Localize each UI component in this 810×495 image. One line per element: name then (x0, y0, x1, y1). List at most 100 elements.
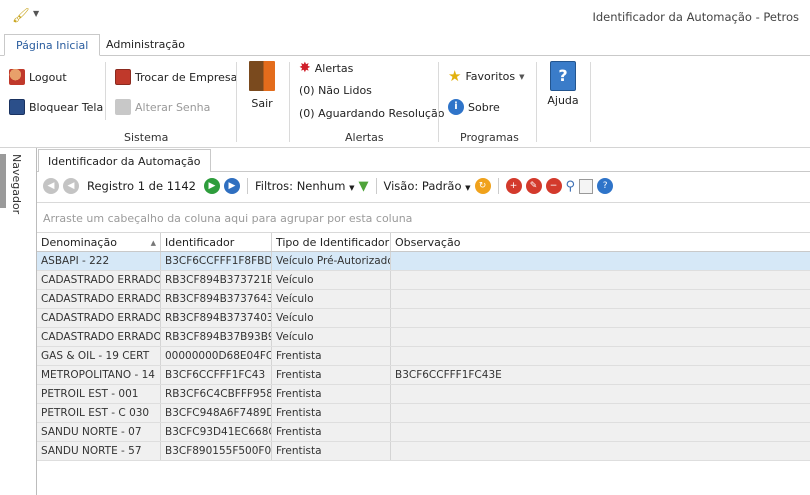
aguardando-resolucao-label: (0) Aguardando Resolução (299, 107, 445, 120)
table-cell (391, 328, 810, 346)
ajuda-button[interactable]: ? Ajuda (546, 61, 580, 107)
table-cell: CADASTRADO ERRADO (37, 290, 161, 308)
table-cell: CADASTRADO ERRADO (37, 328, 161, 346)
alterar-senha-button[interactable]: Alterar Senha (115, 99, 210, 115)
toolbar-divider (375, 178, 377, 194)
star-icon: ★ (448, 67, 462, 85)
column-header-identificador[interactable]: Identificador (161, 233, 272, 251)
table-row[interactable]: CADASTRADO ERRADO RB3CF894B37B93B9 Veículo (37, 328, 810, 347)
table-row[interactable]: CADASTRADO ERRADO RB3CF894B3737403 Veículo (37, 309, 810, 328)
table-row[interactable]: CADASTRADO ERRADO RB3CF894B3737643 Veículo (37, 290, 810, 309)
key-icon (115, 99, 131, 115)
chevron-down-icon: ▼ (349, 184, 355, 192)
table-cell: Veículo Pré-Autorizado (272, 252, 391, 270)
brush-icon[interactable]: 🖌 (12, 8, 30, 24)
table-cell: Frentista (272, 442, 391, 460)
table-cell: Frentista (272, 404, 391, 422)
table-cell: RB3CF894B3737403 (161, 309, 272, 327)
table-row[interactable]: PETROIL EST - C 030 B3CFC948A6F7489D Frent… (37, 404, 810, 423)
logout-label: Logout (29, 70, 67, 84)
table-cell: Veículo (272, 290, 391, 308)
filter-funnel-icon[interactable]: ▼ (359, 179, 369, 194)
table-cell (391, 385, 810, 403)
trocar-empresa-button[interactable]: Trocar de Empresa (115, 69, 237, 85)
group-by-hint: Arraste um cabeçalho da coluna aqui para… (43, 212, 413, 225)
table-row[interactable]: METROPOLITANO - 14 B3CF6CCFFF1FC43 Frentis… (37, 366, 810, 385)
navigator-handle[interactable] (0, 154, 6, 208)
tab-pagina-inicial[interactable]: Página Inicial (4, 34, 101, 56)
exit-door-icon (249, 61, 275, 91)
table-cell: 00000000D68E04FC (161, 347, 272, 365)
logout-button[interactable]: Logout (9, 69, 67, 85)
table-cell (391, 404, 810, 422)
ribbon-divider (536, 62, 537, 142)
table-row[interactable]: CADASTRADO ERRADO RB3CF894B373721E Veículo (37, 271, 810, 290)
first-record-icon[interactable]: ◀ (43, 178, 59, 194)
table-row[interactable]: GAS & OIL - 19 CERT 00000000D68E04FC Frent… (37, 347, 810, 366)
table-cell (391, 290, 810, 308)
table-cell: METROPOLITANO - 14 (37, 366, 161, 384)
table-row[interactable]: SANDU NORTE - 07 B3CFC93D41EC668C Frentist… (37, 423, 810, 442)
last-record-icon[interactable]: ▶ (223, 178, 240, 194)
column-header-denominacao[interactable]: Denominação ▲ (37, 233, 161, 251)
ribbon-divider (105, 62, 106, 120)
table-cell: Frentista (272, 385, 391, 403)
refresh-icon[interactable]: ↻ (474, 178, 491, 194)
table-cell: CADASTRADO ERRADO (37, 309, 161, 327)
table-cell (391, 423, 810, 441)
filters-dropdown[interactable]: Filtros: Nenhum ▼ (255, 179, 355, 193)
group-label-alertas: Alertas (345, 131, 384, 144)
favoritos-dropdown[interactable]: ★ Favoritos ▼ (448, 69, 525, 84)
table-cell: B3CFC93D41EC668C (161, 423, 272, 441)
group-by-panel[interactable]: Arraste um cabeçalho da coluna aqui para… (37, 202, 810, 233)
edit-record-icon[interactable]: ✎ (525, 178, 542, 194)
add-record-icon[interactable]: + (505, 178, 522, 194)
bloquear-tela-button[interactable]: Bloquear Tela (9, 99, 103, 115)
sobre-label: Sobre (468, 100, 500, 114)
ribbon-divider (236, 62, 237, 142)
sair-button[interactable]: Sair (248, 61, 276, 110)
table-cell: Veículo (272, 328, 391, 346)
table-cell: CADASTRADO ERRADO (37, 271, 161, 289)
table-cell (391, 252, 810, 270)
table-cell: Frentista (272, 423, 391, 441)
quick-access-dropdown-icon[interactable]: ▼ (33, 9, 39, 18)
ribbon: Logout Bloquear Tela Trocar de Empresa A… (0, 55, 810, 148)
table-cell: Frentista (272, 366, 391, 384)
grid-header: Denominação ▲ Identificador Tipo de Iden… (37, 233, 810, 252)
help-icon[interactable]: ? (597, 178, 614, 194)
column-header-observacao[interactable]: Observação (391, 233, 810, 251)
navigator-panel[interactable]: Navegador (0, 148, 37, 495)
table-cell: PETROIL EST - 001 (37, 385, 161, 403)
title-bar: 🖌 ▼ Identificador da Automação - Petros (0, 0, 810, 32)
favoritos-label: Favoritos (465, 70, 516, 83)
column-header-label: Denominação (41, 236, 117, 249)
table-row[interactable]: PETROIL EST - 001 RB3CF6C4CBFFF958 Frentis… (37, 385, 810, 404)
table-row[interactable]: ASBAPI - 222 B3CF6CCFFF1F8FBD Veículo Pré-… (37, 252, 810, 271)
chevron-down-icon: ▼ (465, 184, 471, 192)
aguardando-resolucao-link[interactable]: (0) Aguardando Resolução (299, 107, 444, 120)
ribbon-divider (590, 62, 591, 142)
table-cell: Veículo (272, 309, 391, 327)
column-header-tipo[interactable]: Tipo de Identificador (272, 233, 391, 251)
document-tab[interactable]: Identificador da Automação (38, 149, 211, 172)
delete-record-icon[interactable]: − (545, 178, 562, 194)
table-row[interactable]: SANDU NORTE - 57 B3CF890155F500F0 Frentist… (37, 442, 810, 461)
columns-icon[interactable] (579, 178, 594, 194)
filters-label: Filtros: Nenhum (254, 179, 346, 193)
previous-record-icon[interactable]: ◀ (63, 178, 79, 194)
view-dropdown[interactable]: Visão: Padrão ▼ (384, 179, 471, 193)
search-icon[interactable]: ⚲ (566, 179, 576, 194)
tab-administracao[interactable]: Administração (95, 34, 196, 56)
sobre-button[interactable]: i Sobre (448, 99, 500, 115)
next-record-icon[interactable]: ▶ (203, 178, 220, 194)
view-label: Visão: Padrão (383, 179, 462, 193)
alertas-button[interactable]: ✸ Alertas (299, 61, 353, 75)
table-cell (391, 442, 810, 460)
window-title: Identificador da Automação - Petros (592, 10, 799, 24)
table-cell (391, 271, 810, 289)
navigator-label: Navegador (10, 154, 23, 215)
alert-burst-icon: ✸ (299, 60, 311, 76)
table-cell (391, 309, 810, 327)
nao-lidos-link[interactable]: (0) Não Lidos (299, 84, 372, 97)
